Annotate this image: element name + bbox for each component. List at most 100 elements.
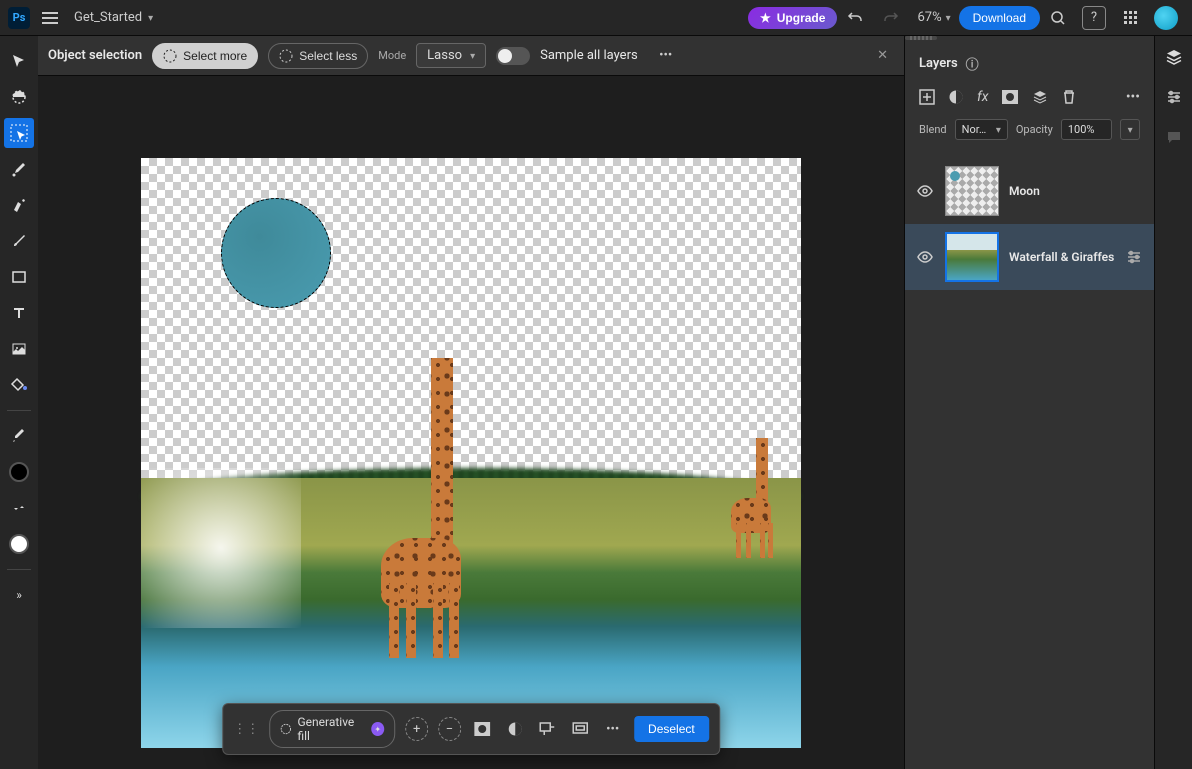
mode-value: Lasso (427, 48, 462, 63)
search-button[interactable] (1044, 4, 1072, 32)
close-options-button[interactable]: ✕ (871, 48, 894, 63)
zoom-dropdown[interactable]: 67% (917, 10, 950, 25)
sparkle-icon: ✦ (371, 722, 384, 736)
mask-button[interactable] (471, 717, 494, 741)
add-layer-button[interactable] (919, 89, 935, 105)
chevron-down-icon (148, 10, 153, 25)
help-button[interactable]: ? (1080, 4, 1108, 32)
avatar-icon (1154, 6, 1178, 30)
select-more-label: Select more (183, 49, 247, 63)
collapsed-panels (1154, 36, 1192, 769)
object-selection-tool[interactable] (4, 118, 34, 148)
generative-fill-button[interactable]: Generative fill ✦ (269, 710, 395, 748)
redo-button[interactable] (877, 4, 905, 32)
layer-actions-bar: fx ••• (905, 83, 1154, 111)
layer-properties-button[interactable] (1126, 250, 1142, 264)
panel-handle[interactable] (905, 36, 937, 40)
layers-panel-tab[interactable] (1159, 42, 1189, 72)
sample-all-layers-toggle[interactable] (496, 47, 530, 65)
select-less-button[interactable]: Select less (268, 43, 368, 69)
undo-button[interactable] (841, 4, 869, 32)
foreground-color[interactable] (4, 457, 34, 487)
swap-colors[interactable] (4, 493, 34, 523)
layers-panel: Layers fx ••• Blend Nor… Opacity 100% (904, 36, 1154, 769)
tools-panel: » (0, 36, 38, 769)
more-options-button[interactable]: ••• (652, 42, 680, 70)
adjustment-layer-button[interactable] (949, 90, 963, 104)
layer-item-moon[interactable]: Moon (905, 158, 1154, 224)
fx-button[interactable]: fx (977, 89, 988, 105)
canvas-mist (141, 468, 301, 628)
menu-icon[interactable] (42, 12, 58, 24)
opacity-input[interactable]: 100% (1061, 119, 1113, 140)
transform-button[interactable] (536, 717, 559, 741)
layers-panel-title: Layers (919, 56, 958, 71)
sample-all-label: Sample all layers (540, 48, 638, 63)
chevron-down-icon (946, 10, 951, 25)
properties-panel-tab[interactable] (1159, 82, 1189, 112)
chevron-down-icon (996, 123, 1001, 136)
layer-thumbnail (945, 232, 999, 282)
deselect-button[interactable]: Deselect (634, 716, 709, 742)
generative-fill-label: Generative fill (297, 715, 365, 743)
comments-panel-tab[interactable] (1159, 122, 1189, 152)
paint-bucket-tool[interactable] (4, 370, 34, 400)
brush-tool[interactable] (4, 154, 34, 184)
opacity-label: Opacity (1016, 123, 1053, 136)
select-more-button[interactable]: Select more (152, 43, 258, 69)
mode-dropdown[interactable]: Lasso (416, 43, 486, 68)
layer-name: Waterfall & Giraffes (1009, 250, 1114, 264)
download-button[interactable]: Download (959, 6, 1040, 30)
blend-mode-dropdown[interactable]: Nor… (955, 119, 1008, 140)
group-button[interactable] (1032, 89, 1048, 105)
layers-list: Moon Waterfall & Giraffes (905, 148, 1154, 769)
mask-layer-button[interactable] (1002, 90, 1018, 104)
spot-heal-tool[interactable] (4, 190, 34, 220)
rectangle-tool[interactable] (4, 262, 34, 292)
text-tool[interactable] (4, 298, 34, 328)
layer-menu-button[interactable]: ••• (1126, 89, 1140, 105)
add-selection-button[interactable]: + (405, 717, 428, 741)
subtract-selection-button[interactable]: − (438, 717, 461, 741)
visibility-toggle[interactable] (917, 251, 935, 263)
photoshop-logo-icon: Ps (8, 7, 30, 29)
upgrade-button[interactable]: Upgrade (748, 7, 837, 29)
star-icon (760, 11, 771, 25)
apps-button[interactable] (1116, 4, 1144, 32)
document-title-dropdown[interactable]: Get_Started (74, 10, 153, 25)
move-tool[interactable] (4, 46, 34, 76)
account-avatar[interactable] (1152, 4, 1180, 32)
background-color[interactable] (4, 529, 34, 559)
options-bar: Object selection Select more Select less… (38, 36, 904, 76)
opacity-dropdown[interactable] (1120, 119, 1140, 140)
blend-value: Nor… (962, 123, 987, 136)
image-tool[interactable] (4, 334, 34, 364)
tool-title: Object selection (48, 48, 142, 63)
crop-button[interactable] (569, 717, 592, 741)
delete-layer-button[interactable] (1062, 89, 1076, 105)
canvas-giraffe-1 (371, 318, 481, 658)
layer-item-waterfall[interactable]: Waterfall & Giraffes (905, 224, 1154, 290)
top-bar: Ps Get_Started Upgrade 67% Download ? (0, 0, 1192, 36)
more-button[interactable]: ••• (601, 717, 624, 741)
select-less-label: Select less (299, 49, 357, 63)
moon-selection (221, 198, 331, 308)
visibility-toggle[interactable] (917, 185, 935, 197)
marquee-tool[interactable] (4, 82, 34, 112)
chevron-down-icon (1128, 123, 1133, 136)
layer-thumbnail (945, 166, 999, 216)
drag-handle-icon[interactable]: ⋮⋮ (233, 722, 259, 737)
canvas-container[interactable] (38, 76, 904, 769)
expand-tools[interactable]: » (4, 580, 34, 610)
mode-label: Mode (378, 49, 406, 62)
canvas[interactable] (141, 158, 801, 748)
info-icon[interactable] (966, 54, 979, 73)
layer-name: Moon (1009, 184, 1040, 198)
paint-brush-tool[interactable] (4, 226, 34, 256)
help-icon: ? (1082, 6, 1106, 30)
eyedropper-tool[interactable] (4, 421, 34, 451)
adjust-button[interactable] (503, 717, 526, 741)
chevron-down-icon (470, 48, 475, 63)
contextual-task-bar: ⋮⋮ Generative fill ✦ + − ••• Deselect (222, 703, 720, 755)
blend-label: Blend (919, 123, 947, 136)
